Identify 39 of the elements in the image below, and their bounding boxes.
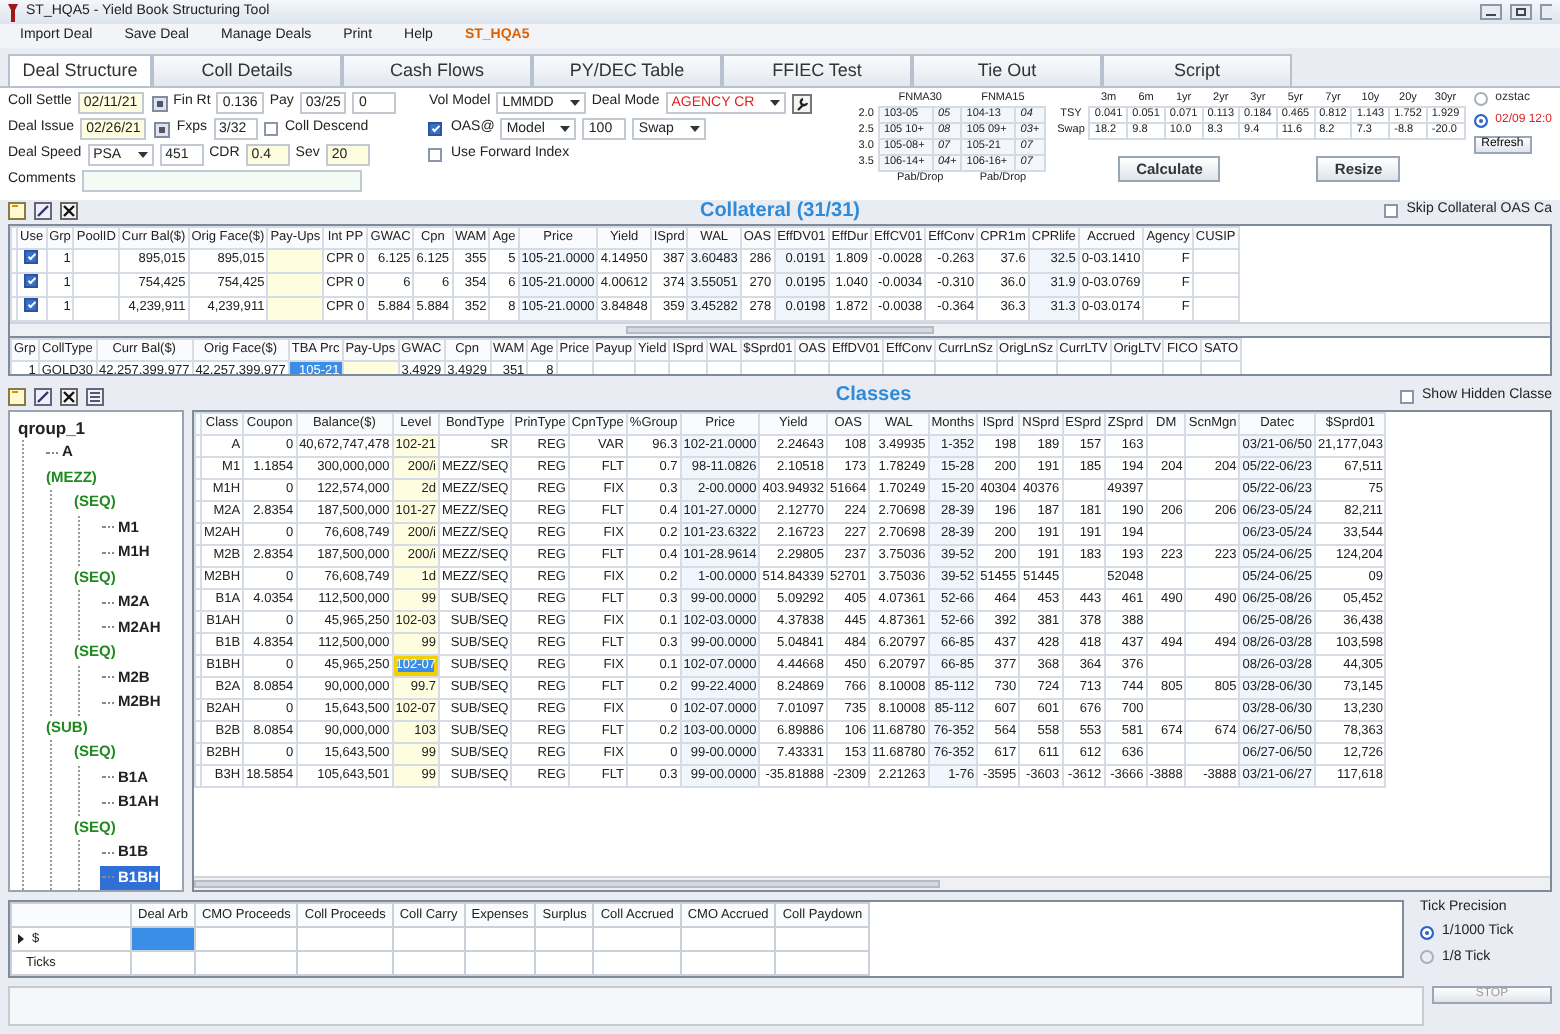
section-title: Classes: [835, 384, 912, 409]
checkbox[interactable]: [1384, 204, 1399, 219]
edit-icon[interactable]: [34, 202, 52, 221]
checkbox[interactable]: [263, 122, 277, 137]
checkbox[interactable]: [428, 122, 443, 137]
section-title: Collateral (31/31): [699, 199, 861, 224]
scrollbar[interactable]: [194, 876, 1550, 890]
radio-button[interactable]: [1420, 950, 1434, 965]
new-icon[interactable]: [8, 387, 26, 406]
current-row-icon: [18, 934, 24, 944]
caret-icon: [137, 152, 148, 159]
tab[interactable]: PY/DEC Table: [532, 53, 722, 86]
checkbox[interactable]: [428, 148, 443, 163]
minimize-button[interactable]: [1480, 4, 1502, 21]
tab[interactable]: Tie Out: [912, 53, 1102, 86]
checkbox[interactable]: [1400, 389, 1415, 404]
list-icon[interactable]: [86, 387, 104, 406]
tab[interactable]: Coll Details: [152, 53, 342, 86]
new-icon[interactable]: [8, 202, 26, 221]
wrench-icon[interactable]: [792, 93, 813, 114]
caret-icon: [569, 100, 580, 107]
comments-field[interactable]: [81, 170, 362, 193]
tab[interactable]: Deal Structure: [8, 53, 152, 86]
tab[interactable]: FFIEC Test: [722, 53, 912, 86]
radio-button[interactable]: [1420, 926, 1434, 941]
tab[interactable]: Cash Flows: [342, 53, 532, 86]
maximize-button[interactable]: [1510, 4, 1532, 21]
caret-icon: [689, 126, 700, 133]
close-button[interactable]: [1540, 4, 1552, 21]
delete-icon[interactable]: [60, 387, 78, 406]
radio-button[interactable]: [1473, 91, 1488, 106]
caret-icon: [770, 100, 781, 107]
delete-icon[interactable]: [60, 202, 78, 221]
tab[interactable]: Script: [1102, 53, 1292, 86]
edit-icon[interactable]: [34, 387, 52, 406]
tree-node[interactable]: qroup_1: [16, 415, 88, 440]
app-icon: [8, 3, 18, 22]
radio-button[interactable]: [1473, 113, 1488, 128]
caret-icon: [560, 126, 571, 133]
